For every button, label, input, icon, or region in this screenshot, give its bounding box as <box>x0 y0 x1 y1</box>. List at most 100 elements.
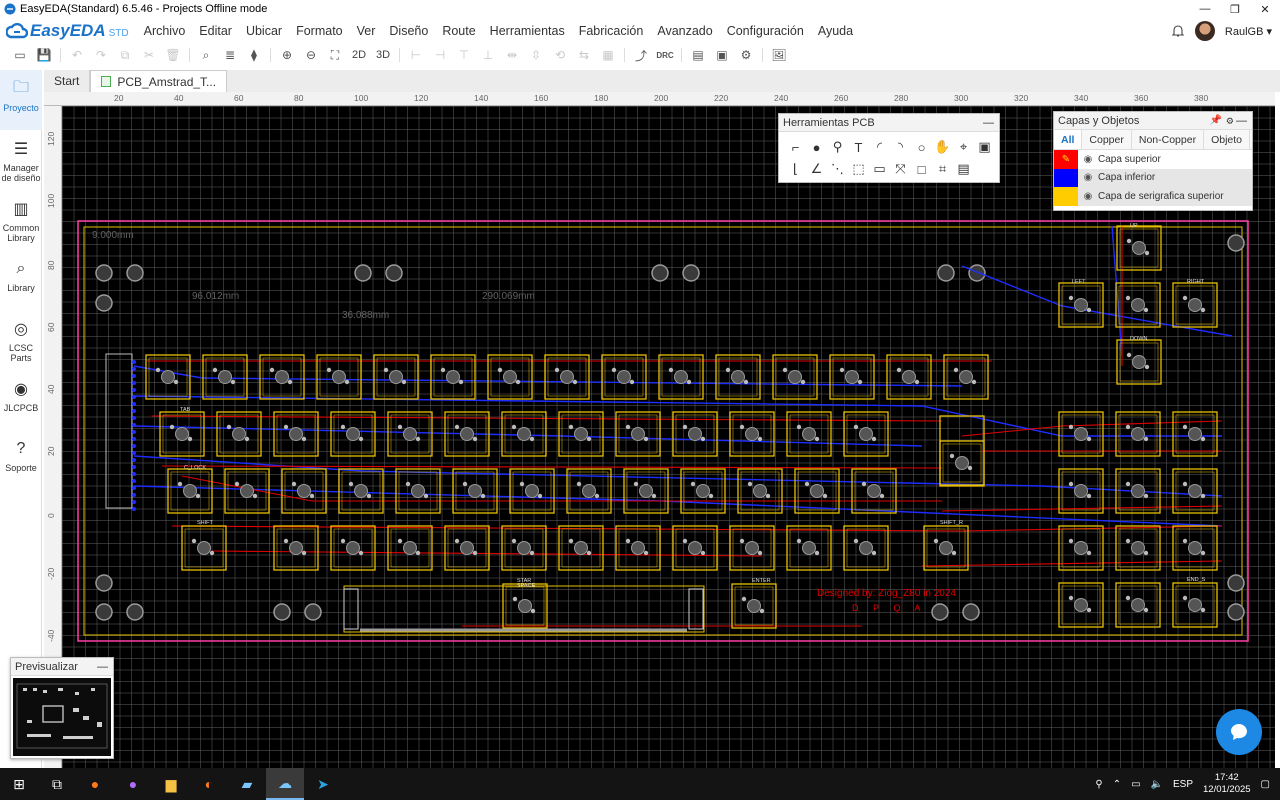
group-icon[interactable]: ▦ <box>596 45 620 65</box>
network-icon[interactable]: ▭ <box>1131 779 1140 790</box>
zoom-fit-icon[interactable]: ⛶ <box>323 45 347 65</box>
distribute-v-icon[interactable]: ⇳ <box>524 45 548 65</box>
undo-icon[interactable]: ↶ <box>65 45 89 65</box>
chevron-up-icon[interactable]: ⌃ <box>1113 779 1121 790</box>
sidebar-item-common-library[interactable]: ▥ Common Library <box>0 190 42 250</box>
search-icon[interactable]: ⌕ <box>194 45 218 65</box>
pcb-tool-15-icon[interactable]: ⤧ <box>890 158 911 180</box>
view-2d-button[interactable]: 2D <box>347 45 371 65</box>
align-top-icon[interactable]: ⊤ <box>452 45 476 65</box>
telegram-icon[interactable]: ➤ <box>304 768 342 800</box>
pcb-tool-10-icon[interactable]: ⌊ <box>785 158 806 180</box>
preview-thumbnail[interactable] <box>13 678 111 756</box>
user-menu[interactable]: RaulGB ▾ <box>1225 25 1272 38</box>
people-icon[interactable]: ⚲ <box>1095 779 1102 790</box>
sidebar-item-lcsc[interactable]: ◎ LCSC Parts <box>0 310 42 370</box>
menu-editar[interactable]: Editar <box>192 18 239 44</box>
panel-header[interactable]: Previsualizar — <box>11 658 113 676</box>
chat-button[interactable] <box>1216 709 1262 755</box>
tab-start[interactable]: Start <box>44 70 91 92</box>
avast-icon[interactable]: ◐ <box>190 768 228 800</box>
pcb-tool-9-icon[interactable]: ▣ <box>974 136 995 158</box>
windows-start-icon[interactable]: ⊞ <box>0 768 38 800</box>
distribute-h-icon[interactable]: ⇹ <box>500 45 524 65</box>
file-explorer-icon[interactable]: ▆ <box>152 768 190 800</box>
delete-icon[interactable]: 🗑 <box>161 45 185 65</box>
volume-icon[interactable]: 🔈 <box>1151 779 1163 790</box>
cut-icon[interactable]: ✂ <box>137 45 161 65</box>
sidebar-item-manager[interactable]: ☰ Manager de diseño <box>0 130 42 190</box>
image-icon[interactable]: 🖼 <box>767 45 791 65</box>
pcb-tool-11-icon[interactable]: ∠ <box>806 158 827 180</box>
bell-icon[interactable] <box>1171 24 1185 38</box>
flip-icon[interactable]: ⇆ <box>572 45 596 65</box>
menu-ubicar[interactable]: Ubicar <box>239 18 289 44</box>
user-avatar[interactable] <box>1194 21 1215 41</box>
close-button[interactable]: ✕ <box>1250 0 1280 18</box>
pcb-tool-13-icon[interactable]: ⬚ <box>848 158 869 180</box>
layers-icon[interactable]: ⧫ <box>242 45 266 65</box>
language-indicator[interactable]: ESP <box>1173 779 1193 790</box>
pcb-tool-2-icon[interactable]: ⚲ <box>827 136 848 158</box>
copy-icon[interactable]: ⧉ <box>113 45 137 65</box>
restore-button[interactable]: ❐ <box>1220 0 1250 18</box>
layer-row-bottom[interactable]: ◉ Capa inferior <box>1054 168 1252 187</box>
gear-icon[interactable]: ⚙ <box>1226 112 1234 130</box>
sidebar-item-jlcpcb[interactable]: ◉ JLCPCB <box>0 370 42 430</box>
zoom-in-icon[interactable]: ⊕ <box>275 45 299 65</box>
pcb-tool-12-icon[interactable]: ⋱ <box>827 158 848 180</box>
tab-all[interactable]: All <box>1054 130 1083 149</box>
pcb-tool-4-icon[interactable]: ◜ <box>869 136 890 158</box>
new-icon[interactable]: ▭ <box>8 45 32 65</box>
bom-icon[interactable]: ▤ <box>686 45 710 65</box>
pcb-tool-17-icon[interactable]: ⌗ <box>932 158 953 180</box>
pcb-tool-14-icon[interactable]: ▭ <box>869 158 890 180</box>
menu-fabricacion[interactable]: Fabricación <box>572 18 651 44</box>
menu-ayuda[interactable]: Ayuda <box>811 18 860 44</box>
minimize-button[interactable]: — <box>1190 0 1220 18</box>
menu-configuracion[interactable]: Configuración <box>720 18 811 44</box>
pcb-tool-5-icon[interactable]: ◝ <box>890 136 911 158</box>
menu-ver[interactable]: Ver <box>350 18 383 44</box>
menu-formato[interactable]: Formato <box>289 18 350 44</box>
fabrication-icon[interactable]: ⚙ <box>734 45 758 65</box>
drc-button[interactable]: DRC <box>653 45 677 65</box>
pcb-tool-18-icon[interactable]: ▤ <box>953 158 974 180</box>
menu-route[interactable]: Route <box>435 18 482 44</box>
tab-copper[interactable]: Copper <box>1082 130 1132 149</box>
easyeda-taskbar-icon[interactable]: ☁ <box>266 768 304 800</box>
export-icon[interactable]: ⤴ <box>629 45 653 65</box>
find-replace-icon[interactable]: ≣ <box>218 45 242 65</box>
app-icon[interactable]: ● <box>114 768 152 800</box>
menu-herramientas[interactable]: Herramientas <box>483 18 572 44</box>
firefox-icon[interactable]: ● <box>76 768 114 800</box>
notifications-icon[interactable]: ▢ <box>1261 779 1270 790</box>
layer-row-silkscreen[interactable]: ◉ Capa de serigrafica superior <box>1054 187 1252 206</box>
tab-pcb[interactable]: PCB_Amstrad_T... <box>90 70 228 92</box>
eye-icon[interactable]: ◉ <box>1078 172 1098 183</box>
redo-icon[interactable]: ↷ <box>89 45 113 65</box>
align-right-icon[interactable]: ⊣ <box>428 45 452 65</box>
layer-color-swatch[interactable] <box>1054 187 1078 206</box>
pcb-tool-7-icon[interactable]: ✋ <box>932 136 953 158</box>
menu-archivo[interactable]: Archivo <box>137 18 193 44</box>
pcb-tool-0-icon[interactable]: ⌐ <box>785 136 806 158</box>
panel-header[interactable]: Herramientas PCB — <box>779 114 999 132</box>
pcb-tool-6-icon[interactable]: ○ <box>911 136 932 158</box>
gerber-icon[interactable]: ▣ <box>710 45 734 65</box>
sidebar-item-library[interactable]: ⌕ Library <box>0 250 42 310</box>
clock[interactable]: 17:42 12/01/2025 <box>1203 772 1251 796</box>
panel-header[interactable]: Capas y Objetos 📌 ⚙ — <box>1054 112 1252 130</box>
sidebar-item-proyecto[interactable]: 🗀 Proyecto <box>0 70 42 130</box>
minimize-icon[interactable]: — <box>1236 112 1247 130</box>
layer-color-swatch[interactable] <box>1054 168 1078 187</box>
task-view-icon[interactable]: ⧉ <box>38 768 76 800</box>
pcb-tool-8-icon[interactable]: ⌖ <box>953 136 974 158</box>
sidebar-item-soporte[interactable]: ? Soporte <box>0 430 42 490</box>
align-bottom-icon[interactable]: ⊥ <box>476 45 500 65</box>
pin-icon[interactable]: 📌 <box>1210 112 1222 130</box>
tab-objeto[interactable]: Objeto <box>1204 130 1251 149</box>
rotate-icon[interactable]: ⟲ <box>548 45 572 65</box>
layer-row-top[interactable]: ✎ ◉ Capa superior <box>1054 150 1252 169</box>
save-icon[interactable]: 💾 <box>32 45 56 65</box>
